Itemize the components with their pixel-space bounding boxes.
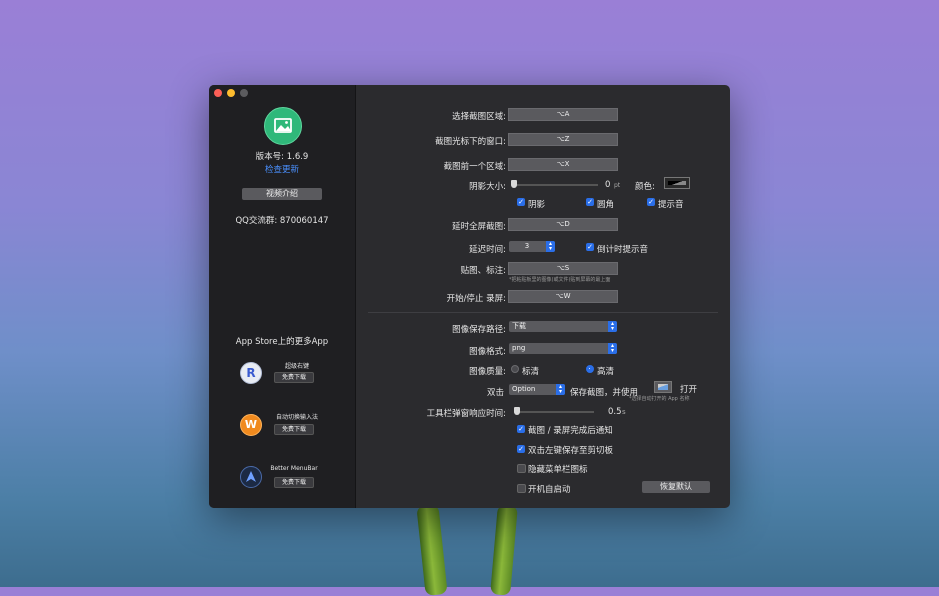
menubar-icon[interactable] xyxy=(240,466,262,488)
delay-time-label: 延迟时间: xyxy=(469,245,506,255)
app-logo-icon xyxy=(264,107,302,145)
double-click-modifier-select[interactable]: Option ▴ ▾ xyxy=(509,384,565,395)
free-download-button[interactable]: 免费下载 xyxy=(274,424,314,435)
flower-stem-left xyxy=(416,504,448,596)
countdown-sound-label: 倒计时提示音 xyxy=(597,245,649,255)
save-path-select[interactable]: 下载 ▴ ▾ xyxy=(509,321,617,332)
region-shortcut-field[interactable]: ⌥A xyxy=(508,108,618,121)
settings-panel: 选择截图区域: ⌥A 截图光标下的窗口: ⌥Z 截图前一个区域: ⌥X 阴影大小… xyxy=(356,85,730,508)
shadow-checkbox[interactable]: ✓ xyxy=(517,198,525,206)
toolbar-response-slider[interactable] xyxy=(514,411,594,413)
quality-high-label: 高清 xyxy=(597,367,615,377)
quality-standard-radio[interactable] xyxy=(511,365,519,373)
pin-annotate-label: 贴图、标注: xyxy=(460,266,506,276)
video-intro-button[interactable]: 视频介绍 xyxy=(242,188,322,200)
shadow-color-label: 颜色: xyxy=(635,182,655,192)
qq-group-label: QQ交流群: 870060147 xyxy=(235,216,329,226)
toolbar-response-slider-thumb[interactable] xyxy=(514,407,520,415)
right-click-icon[interactable]: R xyxy=(240,362,262,384)
sound-checkbox-label: 提示音 xyxy=(658,200,684,210)
image-format-label: 图像格式: xyxy=(469,347,506,357)
shadow-checkbox-label: 阴影 xyxy=(528,200,546,210)
version-label: 版本号: 1.6.9 xyxy=(255,152,309,162)
notify-checkbox[interactable]: ✓ xyxy=(517,425,525,433)
app-name: 超级右键 xyxy=(284,363,309,370)
dropdown-arrow-icon: ▴ ▾ xyxy=(608,343,617,354)
delayed-fullscreen-label: 延时全屏截图: xyxy=(452,222,506,232)
quality-high-radio[interactable] xyxy=(586,365,594,373)
more-apps-title: App Store上的更多App xyxy=(235,337,329,347)
minimize-window-button[interactable] xyxy=(227,89,235,97)
zoom-window-button[interactable] xyxy=(240,89,248,97)
pin-annotate-field[interactable]: ⌥S xyxy=(508,262,618,275)
toolbar-response-value: 0.5 xyxy=(608,407,622,417)
delay-time-stepper[interactable]: 3 ▴ ▾ xyxy=(509,241,555,252)
rounded-corner-checkbox[interactable]: ✓ xyxy=(586,198,594,206)
open-app-picker-button[interactable] xyxy=(654,381,672,393)
check-update-link[interactable]: 检查更新 xyxy=(209,163,355,175)
free-download-button[interactable]: 免费下载 xyxy=(274,477,314,488)
app-name: 自动切换输入法 xyxy=(275,414,318,421)
dropdown-arrow-icon: ▴ ▾ xyxy=(556,384,565,395)
free-download-button[interactable]: 免费下载 xyxy=(274,372,314,383)
pin-annotate-note: *把粘贴板里的图像(或文件)贴到屏幕的最上面 xyxy=(509,277,611,283)
dblclick-copy-label: 双击左键保存至剪切板 xyxy=(528,446,614,456)
open-app-note: *选择自动打开的 App 名称 xyxy=(629,396,690,402)
launch-at-login-label: 开机自启动 xyxy=(528,485,571,495)
double-click-modifier-value: Option xyxy=(512,385,536,393)
region-shortcut-label: 选择截图区域: xyxy=(452,112,506,122)
shadow-size-label: 阴影大小: xyxy=(469,182,506,192)
shadow-size-slider-thumb[interactable] xyxy=(511,180,517,188)
image-format-value: png xyxy=(512,344,526,352)
shadow-size-slider[interactable] xyxy=(512,184,598,186)
toolbar-response-label: 工具栏弹窗响应时间: xyxy=(426,409,506,419)
delay-time-value: 3 xyxy=(524,242,530,250)
stepper-arrows-icon[interactable]: ▴ ▾ xyxy=(546,241,555,252)
app-placeholder-icon xyxy=(658,384,668,390)
image-format-select[interactable]: png ▴ ▾ xyxy=(509,343,617,354)
sidebar: 版本号: 1.6.9 检查更新 视频介绍 QQ交流群: 870060147 Ap… xyxy=(209,85,356,508)
section-divider xyxy=(368,312,718,313)
flower-stem-right xyxy=(490,504,518,596)
toolbar-response-unit: s xyxy=(622,408,626,416)
restore-defaults-button[interactable]: 恢复默认 xyxy=(642,481,710,493)
open-label: 打开 xyxy=(680,385,698,395)
delayed-fullscreen-field[interactable]: ⌥D xyxy=(508,218,618,231)
previous-region-field[interactable]: ⌥X xyxy=(508,158,618,171)
previous-region-label: 截图前一个区域: xyxy=(443,162,506,172)
input-method-icon[interactable]: W xyxy=(240,414,262,436)
sound-checkbox[interactable]: ✓ xyxy=(647,198,655,206)
launch-at-login-checkbox[interactable] xyxy=(517,484,526,493)
countdown-sound-checkbox[interactable]: ✓ xyxy=(586,243,594,251)
shadow-size-unit: pt xyxy=(614,182,621,189)
settings-window: 版本号: 1.6.9 检查更新 视频介绍 QQ交流群: 870060147 Ap… xyxy=(209,85,730,508)
hide-menubar-checkbox[interactable] xyxy=(517,464,526,473)
double-click-label: 双击 xyxy=(487,388,505,398)
image-quality-label: 图像质量: xyxy=(469,367,506,377)
hide-menubar-label: 隐藏菜单栏图标 xyxy=(528,465,588,475)
dblclick-copy-checkbox[interactable]: ✓ xyxy=(517,445,525,453)
save-path-value: 下载 xyxy=(512,322,526,330)
close-window-button[interactable] xyxy=(214,89,222,97)
notify-label: 截图 / 录屏完成后通知 xyxy=(528,426,613,436)
double-click-action-label: 保存截图，并使用 xyxy=(570,388,639,398)
dropdown-arrow-icon: ▴ ▾ xyxy=(608,321,617,332)
window-shortcut-label: 截图光标下的窗口: xyxy=(435,137,506,147)
shadow-size-value: 0 xyxy=(605,180,611,190)
record-field[interactable]: ⌥W xyxy=(508,290,618,303)
window-shortcut-field[interactable]: ⌥Z xyxy=(508,133,618,146)
shadow-color-well[interactable] xyxy=(664,177,690,189)
quality-standard-label: 标清 xyxy=(522,367,540,377)
app-name: Better MenuBar xyxy=(270,465,318,472)
save-path-label: 图像保存路径: xyxy=(452,325,506,335)
record-label: 开始/停止 录屏: xyxy=(446,294,506,304)
rounded-corner-label: 圆角 xyxy=(597,200,615,210)
